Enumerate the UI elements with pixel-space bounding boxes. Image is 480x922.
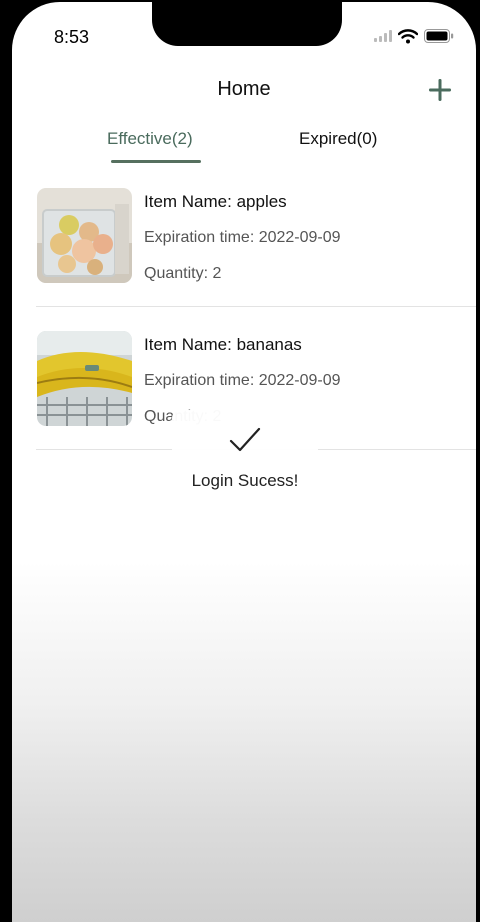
list-item[interactable]: Item Name: apples Expiration time: 2022-… <box>36 188 476 288</box>
item-name: Item Name: bananas <box>144 335 302 354</box>
add-item-button[interactable] <box>428 78 452 102</box>
apples-photo <box>37 188 132 283</box>
checkmark-icon <box>229 427 261 452</box>
toast-message: Login Sucess! <box>191 471 299 490</box>
page-title: Home <box>217 78 271 100</box>
divider <box>36 306 476 307</box>
phone-frame: 8:53 Home Effective(2) Expired(0) Item N… <box>0 0 480 922</box>
battery-icon <box>424 29 454 43</box>
tab-active-indicator <box>111 160 201 163</box>
wifi-icon <box>398 28 418 43</box>
status-icons <box>374 26 454 46</box>
app-screen: 8:53 Home Effective(2) Expired(0) Item N… <box>12 2 476 922</box>
item-name: Item Name: apples <box>144 192 287 211</box>
cellular-signal-icon <box>374 30 392 42</box>
notch <box>152 2 342 46</box>
item-expiration: Expiration time: 2022-09-09 <box>144 372 341 389</box>
tab-expired[interactable]: Expired(0) <box>299 129 377 149</box>
bananas-photo <box>37 331 132 426</box>
status-time: 8:53 <box>54 27 90 47</box>
login-success-toast: Login Sucess! <box>172 410 318 496</box>
item-expiration: Expiration time: 2022-09-09 <box>144 229 341 246</box>
tab-effective[interactable]: Effective(2) <box>107 129 193 149</box>
item-quantity: Quantity: 2 <box>144 265 222 282</box>
